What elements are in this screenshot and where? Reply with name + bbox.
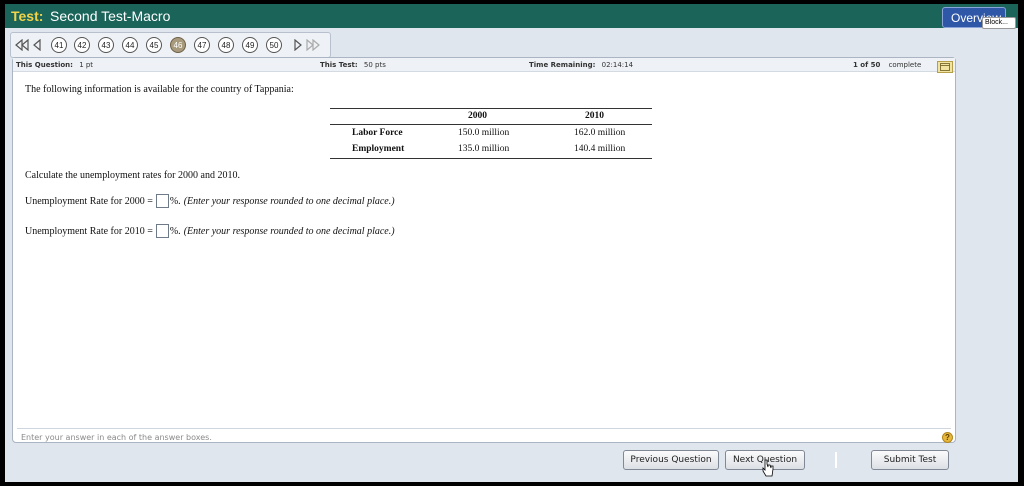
table-rule-bottom <box>330 158 652 159</box>
footer-divider <box>17 428 951 429</box>
answer-hint: (Enter your response rounded to one deci… <box>183 195 395 207</box>
question-number-48[interactable]: 48 <box>218 37 234 53</box>
progress-count: 1 of 50 <box>853 61 881 69</box>
percent-sign: %. <box>169 225 181 237</box>
info-bar: This Question: 1 pt This Test: 50 pts Ti… <box>13 58 955 73</box>
table-cell: 135.0 million <box>458 144 510 154</box>
question-intro: The following information is available f… <box>25 84 294 95</box>
previous-question-button[interactable]: Previous Question <box>623 450 719 470</box>
help-icon[interactable]: ? <box>942 432 953 443</box>
table-row-label: Employment <box>352 144 405 154</box>
mouse-cursor-icon <box>762 459 774 477</box>
answer-hint: (Enter your response rounded to one deci… <box>183 225 395 237</box>
this-question-value: 1 pt <box>79 61 94 69</box>
test-name: Second Test-Macro <box>50 8 171 24</box>
question-navigator: 41 42 43 44 45 46 47 48 49 50 <box>10 32 331 58</box>
question-number-49[interactable]: 49 <box>242 37 258 53</box>
first-page-icon[interactable] <box>15 38 29 52</box>
submit-test-button[interactable]: Submit Test <box>871 450 949 470</box>
this-question-label: This Question: <box>16 61 73 69</box>
answer-input-2010[interactable] <box>155 224 169 238</box>
this-test-label: This Test: <box>320 61 358 69</box>
question-number-43[interactable]: 43 <box>98 37 114 53</box>
time-remaining: Time Remaining: 02:14:14 <box>529 61 633 69</box>
progress: 1 of 50 complete <box>853 61 921 69</box>
app-frame: Test: Second Test-Macro Overview Block..… <box>5 4 1018 482</box>
answer-input-2000[interactable] <box>155 194 169 208</box>
question-number-47[interactable]: 47 <box>194 37 210 53</box>
table-cell: 140.4 million <box>574 144 626 154</box>
button-separator <box>835 452 837 468</box>
question-number-45[interactable]: 45 <box>146 37 162 53</box>
expand-window-icon[interactable] <box>937 61 953 73</box>
this-question: This Question: 1 pt <box>16 61 93 69</box>
previous-page-icon[interactable] <box>30 38 44 52</box>
question-number-42[interactable]: 42 <box>74 37 90 53</box>
time-remaining-label: Time Remaining: <box>529 61 596 69</box>
last-page-icon[interactable] <box>306 38 320 52</box>
this-test-value: 50 pts <box>363 61 386 69</box>
question-number-50[interactable]: 50 <box>266 37 282 53</box>
table-cell: 150.0 million <box>458 128 510 138</box>
answer-row-2000: Unemployment Rate for 2000 = %. (Enter y… <box>25 194 395 208</box>
question-number-44[interactable]: 44 <box>122 37 138 53</box>
footer-instruction: Enter your answer in each of the answer … <box>21 433 212 442</box>
this-test: This Test: 50 pts <box>320 61 386 69</box>
tooltip: Block... <box>982 17 1016 29</box>
progress-label: complete <box>888 61 922 69</box>
table-rule-top <box>330 108 652 109</box>
title-bar: Test: Second Test-Macro <box>5 4 1018 28</box>
table-row-label: Labor Force <box>352 128 403 138</box>
table-header-2010: 2010 <box>585 111 604 121</box>
question-number-46-current[interactable]: 46 <box>170 37 186 53</box>
answer-row-2010: Unemployment Rate for 2010 = %. (Enter y… <box>25 224 395 238</box>
table-header-2000: 2000 <box>468 111 487 121</box>
time-remaining-value: 02:14:14 <box>601 61 634 69</box>
table-rule-mid <box>330 124 652 125</box>
next-page-icon[interactable] <box>291 38 305 52</box>
question-prompt: Calculate the unemployment rates for 200… <box>25 170 240 181</box>
answer-label-2010: Unemployment Rate for 2010 = <box>25 225 153 237</box>
answer-label-2000: Unemployment Rate for 2000 = <box>25 195 153 207</box>
percent-sign: %. <box>169 195 181 207</box>
question-number-41[interactable]: 41 <box>51 37 67 53</box>
question-panel: This Question: 1 pt This Test: 50 pts Ti… <box>12 57 956 443</box>
table-cell: 162.0 million <box>574 128 626 138</box>
test-label: Test: <box>11 8 44 24</box>
